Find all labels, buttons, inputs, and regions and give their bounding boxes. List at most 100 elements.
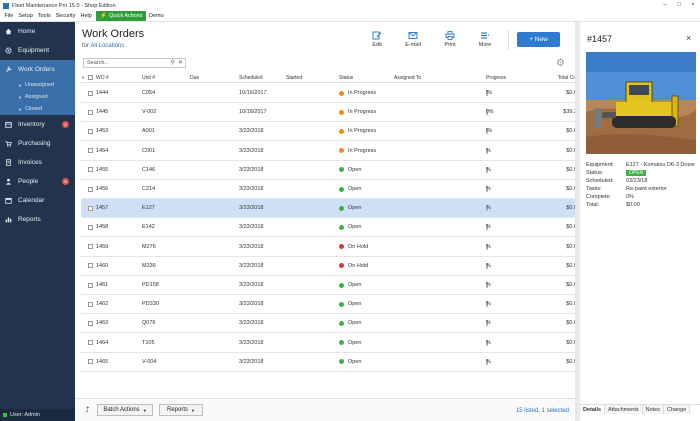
table-row[interactable]: 1459M2763/23/2018On Hold0%$0.00 bbox=[81, 238, 580, 257]
table-row[interactable]: 1464T1053/23/2018Open0%$0.00 bbox=[81, 334, 580, 353]
sidebar-item-equipment[interactable]: Equipment bbox=[0, 41, 75, 60]
location-link[interactable]: All Locations bbox=[90, 43, 124, 49]
table-row[interactable]: 1457E1273/23/2018Open0%$0.00 bbox=[81, 199, 580, 219]
clear-icon[interactable]: ✕ bbox=[178, 59, 183, 66]
row-checkbox[interactable] bbox=[88, 167, 93, 173]
scheduled-date: 3/23/2018 bbox=[239, 166, 264, 173]
column-header-unit[interactable]: Unit # bbox=[142, 75, 190, 81]
email-button[interactable]: E-mail bbox=[399, 31, 427, 48]
sidebar-item-invoices[interactable]: Invoices bbox=[0, 153, 75, 172]
edit-button[interactable]: Edit bbox=[363, 31, 391, 48]
settings-gear-icon[interactable]: ⚙ bbox=[556, 58, 565, 69]
print-button[interactable]: Print bbox=[436, 31, 464, 48]
sidebar-subitem-assigned[interactable]: ▼ Assigned bbox=[0, 91, 75, 103]
search-icon[interactable]: ⚲ bbox=[171, 59, 175, 66]
table-row[interactable]: 1454C0013/23/2018In Progress0%$0.00 bbox=[81, 142, 580, 161]
table-row[interactable]: 1453A0013/23/2018In Progress66%$0.00 bbox=[81, 122, 580, 142]
close-button[interactable]: × bbox=[686, 0, 700, 10]
table-row[interactable]: 1458E1423/23/2018Open0%$0.00 bbox=[81, 218, 580, 238]
menu-setup[interactable]: Setup bbox=[16, 13, 35, 19]
progress-bar: 0% bbox=[486, 166, 491, 173]
sidebar-item-purchasing[interactable]: Purchasing bbox=[0, 134, 75, 153]
menu-tools[interactable]: Tools bbox=[35, 13, 53, 19]
sidebar-item-reports[interactable]: Reports bbox=[0, 210, 75, 229]
row-checkbox[interactable] bbox=[88, 282, 93, 288]
status-text: Open bbox=[348, 186, 362, 192]
scheduled-date: 3/23/2018 bbox=[239, 301, 264, 308]
sidebar-item-label: People bbox=[18, 178, 39, 185]
progress-bar: 100% bbox=[486, 109, 494, 116]
sidebar-item-people[interactable]: People 6 bbox=[0, 172, 75, 191]
quick-actions-button[interactable]: ⚡ Quick Actions bbox=[96, 11, 147, 21]
column-header-progress[interactable]: Progress bbox=[486, 75, 542, 81]
row-checkbox[interactable] bbox=[88, 186, 93, 192]
detail-complete-value: 0% bbox=[626, 194, 634, 200]
row-checkbox[interactable] bbox=[88, 359, 93, 365]
tab-notes[interactable]: Notes bbox=[642, 405, 664, 414]
table-row[interactable]: 1461PD1583/23/2018Open0%$0.00 bbox=[81, 276, 580, 295]
search-input[interactable]: Search... ⚲ ✕ bbox=[83, 58, 186, 68]
column-header-status[interactable]: Status bbox=[339, 75, 394, 81]
menu-file[interactable]: File bbox=[2, 13, 16, 19]
row-checkbox[interactable] bbox=[88, 320, 93, 326]
status-text: In Progress bbox=[348, 90, 377, 96]
tab-details[interactable]: Details bbox=[580, 405, 606, 414]
row-checkbox[interactable] bbox=[88, 224, 93, 230]
row-checkbox[interactable] bbox=[88, 205, 93, 211]
sort-arrow-icon[interactable]: ▼ bbox=[81, 75, 88, 80]
close-icon[interactable]: × bbox=[686, 33, 691, 43]
detail-scheduled-value: 03/23/18 bbox=[626, 178, 648, 184]
sidebar-subitem-unassigned[interactable]: ▼ Unassigned bbox=[0, 79, 75, 91]
up-arrow-icon[interactable]: ⮥ bbox=[85, 405, 90, 415]
menu-security[interactable]: Security bbox=[53, 13, 78, 19]
minimize-button[interactable]: – bbox=[658, 0, 672, 10]
row-checkbox[interactable] bbox=[88, 301, 93, 307]
row-checkbox[interactable] bbox=[88, 109, 93, 115]
new-button[interactable]: + New bbox=[517, 32, 560, 47]
select-all-checkbox[interactable] bbox=[88, 75, 93, 80]
progress-bar: 0% bbox=[486, 262, 491, 269]
detail-tasks-value: Re-paint exterior bbox=[626, 186, 667, 192]
tab-attachments[interactable]: Attachments bbox=[605, 405, 643, 414]
menu-help[interactable]: Help bbox=[78, 13, 94, 19]
sidebar-item-work-orders[interactable]: Work Orders bbox=[0, 60, 75, 79]
table-row[interactable]: 1460M3363/23/2018On Hold0%$0.00 bbox=[81, 257, 580, 276]
row-checkbox[interactable] bbox=[88, 90, 93, 96]
maximize-button[interactable]: □ bbox=[672, 0, 686, 10]
row-checkbox[interactable] bbox=[88, 263, 93, 269]
column-header-started[interactable]: Started bbox=[286, 75, 339, 81]
table-row[interactable]: 1444C05410/16/2017In Progress50%$0.00 bbox=[81, 84, 580, 103]
unit-number: E142 bbox=[142, 224, 155, 231]
more-button[interactable]: More bbox=[471, 31, 499, 48]
sidebar-subitem-closed[interactable]: ▼ Closed bbox=[0, 103, 75, 115]
row-checkbox[interactable] bbox=[88, 128, 93, 134]
row-checkbox[interactable] bbox=[88, 148, 93, 154]
menu-bar: File Setup Tools Security Help ⚡ Quick A… bbox=[0, 11, 700, 22]
sidebar-item-calendar[interactable]: Calendar bbox=[0, 191, 75, 210]
row-checkbox[interactable] bbox=[88, 244, 93, 250]
row-checkbox[interactable] bbox=[88, 340, 93, 346]
tab-change[interactable]: Change bbox=[664, 405, 691, 414]
table-row[interactable]: 1445V-00210/18/2017In Progress100%$39.37 bbox=[81, 103, 580, 123]
table-row[interactable]: 1462PD3303/23/2018Open0%$0.00 bbox=[81, 295, 580, 315]
column-header-due[interactable]: Due bbox=[190, 75, 239, 81]
batch-actions-button[interactable]: Batch Actions ▼ bbox=[97, 404, 153, 416]
table-row[interactable]: 1455C1463/23/2018Open0%$0.00 bbox=[81, 161, 580, 180]
status-dot-icon bbox=[339, 205, 344, 211]
sidebar-item-inventory[interactable]: Inventory 2 bbox=[0, 115, 75, 134]
reports-button[interactable]: Reports ▼ bbox=[159, 404, 203, 416]
menu-demo[interactable]: Demo bbox=[146, 13, 166, 19]
table-row[interactable]: 1465V-0043/23/2018Open0%$0.00 bbox=[81, 353, 580, 372]
column-header-scheduled[interactable]: Scheduled bbox=[239, 75, 286, 81]
inventory-badge: 2 bbox=[62, 121, 69, 128]
table-row[interactable]: 1463Q0763/23/2018Open0%$0.00 bbox=[81, 314, 580, 334]
column-header-assigned[interactable]: Assigned To bbox=[394, 75, 486, 81]
detail-equipment-value[interactable]: E127 - Komatsu D6-3 Dozer bbox=[626, 162, 698, 168]
main-panel: Work Orders for All Locations Edit E-mai… bbox=[75, 22, 580, 421]
sidebar-item-home[interactable]: Home bbox=[0, 22, 75, 41]
scheduled-date: 3/23/2018 bbox=[239, 128, 264, 135]
progress-bar: 0% bbox=[486, 358, 491, 365]
table-row[interactable]: 1456C2143/23/2018Open0%$0.00 bbox=[81, 180, 580, 199]
detail-scheduled-row: Scheduled: 03/23/18 bbox=[586, 178, 698, 184]
column-header-wo[interactable]: WO # bbox=[96, 75, 142, 81]
